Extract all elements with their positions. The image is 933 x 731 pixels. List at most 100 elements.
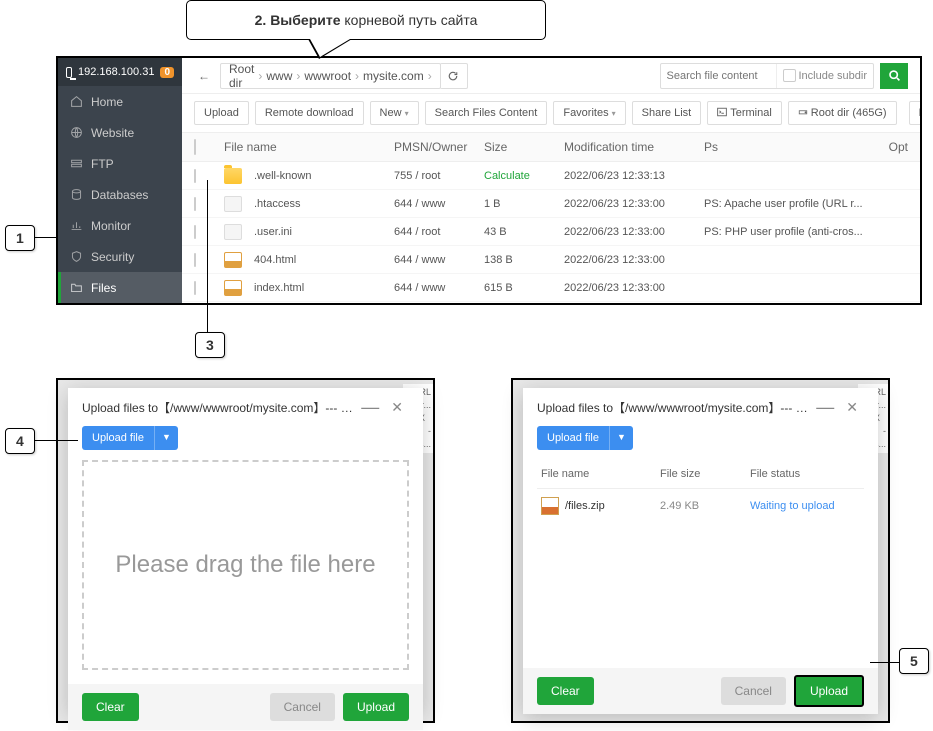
row-checkbox[interactable] — [194, 197, 196, 211]
upload-confirm-button[interactable]: Upload — [343, 693, 409, 721]
file-size[interactable]: Calculate — [484, 170, 564, 182]
sidebar-item-security[interactable]: Security — [58, 241, 182, 272]
cancel-button[interactable]: Cancel — [721, 677, 786, 705]
dialog-header: Upload files to【/www/wwwroot/mysite.com】… — [68, 388, 423, 426]
upload-file-button[interactable]: Upload file — [537, 426, 609, 450]
upload-file-split-button: Upload file ▼ — [82, 426, 178, 450]
table-header: File name PMSN/Owner Size Modification t… — [182, 132, 920, 162]
upload-file-split-button: Upload file ▼ — [537, 426, 633, 450]
table-row[interactable]: index.html 644 / www615 B2022/06/23 12:33… — [182, 274, 920, 302]
file-time: 2022/06/23 12:33:00 — [564, 226, 704, 238]
sidebar-item-label: Security — [91, 250, 134, 264]
terminal-icon — [717, 107, 727, 117]
cancel-button[interactable]: Cancel — [270, 693, 335, 721]
col-ps[interactable]: Ps — [704, 140, 868, 154]
sidebar-item-terminal[interactable]: Terminal — [58, 303, 182, 305]
file-name: 404.html — [254, 254, 296, 266]
breadcrumb-path[interactable]: Root dir› www› wwwroot› mysite.com› — [220, 63, 441, 89]
sidebar-item-ftp[interactable]: FTP — [58, 148, 182, 179]
terminal-label: Terminal — [730, 107, 772, 119]
notification-badge[interactable]: 0 — [160, 67, 174, 78]
backup-pmsn-button[interactable]: Backup PMSN — [909, 101, 922, 125]
sidebar-item-label: Databases — [91, 188, 148, 202]
new-button[interactable]: New ▾ — [370, 101, 419, 125]
sidebar-item-home[interactable]: Home — [58, 86, 182, 117]
file-name: .htaccess — [254, 198, 300, 210]
folder-icon — [70, 281, 83, 294]
globe-icon — [70, 126, 83, 139]
callout-tail-fill — [310, 39, 350, 57]
favorites-button[interactable]: Favorites ▾ — [553, 101, 625, 125]
file-pmsn: 644 / www — [394, 198, 484, 210]
minimize-button[interactable]: — — [810, 397, 840, 418]
ftp-icon — [70, 157, 83, 170]
clear-button[interactable]: Clear — [537, 677, 594, 705]
terminal-button[interactable]: Terminal — [707, 101, 782, 125]
share-list-button[interactable]: Share List — [632, 101, 702, 125]
col-pmsn[interactable]: PMSN/Owner — [394, 140, 484, 154]
breadcrumb-segment[interactable]: Root dir — [229, 62, 254, 90]
breadcrumb-segment[interactable]: wwwroot — [304, 69, 351, 83]
file-time: 2022/06/23 12:33:00 — [564, 254, 704, 266]
zip-icon — [541, 497, 559, 515]
dialog-header: Upload files to【/www/wwwroot/mysite.com】… — [523, 388, 878, 426]
breadcrumb-segment[interactable]: www — [266, 69, 292, 83]
sidebar-item-databases[interactable]: Databases — [58, 179, 182, 210]
row-checkbox[interactable] — [194, 253, 196, 267]
upload-button[interactable]: Upload — [194, 101, 249, 125]
file-name: index.html — [254, 282, 304, 294]
back-button[interactable]: ← — [194, 66, 214, 86]
home-icon — [70, 95, 83, 108]
file-pmsn: 644 / www — [394, 254, 484, 266]
search-button[interactable] — [880, 63, 908, 89]
instruction-callout: 2. Выберите корневой путь сайта — [186, 0, 546, 40]
step-5-pointer — [870, 662, 899, 663]
col-time[interactable]: Modification time — [564, 140, 704, 154]
upload-file-button[interactable]: Upload file — [82, 426, 154, 450]
row-checkbox[interactable] — [194, 281, 196, 295]
dialog-body: Upload file ▼ Please drag the file here — [68, 426, 423, 684]
chevron-down-icon: ▾ — [612, 109, 616, 118]
row-checkbox[interactable] — [194, 225, 196, 239]
sidebar-item-monitor[interactable]: Monitor — [58, 210, 182, 241]
sidebar-header: 192.168.100.31 0 — [58, 58, 182, 86]
refresh-button[interactable] — [440, 63, 468, 89]
upload-row[interactable]: /files.zip 2.49 KB Waiting to upload — [537, 489, 864, 523]
table-row[interactable]: 404.html644 / www138 B2022/06/23 12:33:0… — [182, 246, 920, 274]
table-row[interactable]: .well-known755 / rootCalculate2022/06/23… — [182, 162, 920, 190]
file-size: 615 B — [484, 282, 564, 294]
step-4-pointer — [30, 440, 78, 441]
sidebar-item-label: Files — [91, 281, 116, 295]
upload-file-status: Waiting to upload — [750, 500, 860, 512]
upload-file-caret[interactable]: ▼ — [154, 426, 178, 450]
sidebar-item-files[interactable]: Files — [58, 272, 182, 303]
search-icon — [888, 69, 901, 82]
col-size[interactable]: Size — [484, 140, 564, 154]
upload-dialog-frame-right: URL r... X -cros... Upload files to【/www… — [511, 378, 890, 723]
col-name[interactable]: File name — [224, 140, 394, 154]
close-button[interactable]: ✕ — [385, 399, 409, 416]
clear-button[interactable]: Clear — [82, 693, 139, 721]
table-row[interactable]: .user.ini644 / root43 B2022/06/23 12:33:… — [182, 218, 920, 246]
remote-download-button[interactable]: Remote download — [255, 101, 364, 125]
search-input[interactable] — [661, 70, 776, 82]
file-size: 43 B — [484, 226, 564, 238]
close-button[interactable]: ✕ — [840, 399, 864, 416]
root-disk-label: Root dir (465G) — [811, 107, 887, 119]
file-pmsn: 644 / www — [394, 282, 484, 294]
upload-confirm-button[interactable]: Upload — [794, 675, 864, 707]
sidebar-item-website[interactable]: Website — [58, 117, 182, 148]
dropzone[interactable]: Please drag the file here — [82, 460, 409, 670]
minimize-button[interactable]: — — [355, 397, 385, 418]
row-checkbox[interactable] — [194, 169, 196, 183]
upload-file-caret[interactable]: ▼ — [609, 426, 633, 450]
search-files-button[interactable]: Search Files Content — [425, 101, 548, 125]
select-all-checkbox[interactable] — [194, 139, 196, 155]
breadcrumb-segment[interactable]: mysite.com — [363, 69, 424, 83]
dialog-title: Upload files to【/www/wwwroot/mysite.com】… — [537, 399, 810, 416]
table-row[interactable]: .htaccess644 / www1 B2022/06/23 12:33:00… — [182, 190, 920, 218]
root-disk-button[interactable]: Root dir (465G) — [788, 101, 897, 125]
file-time: 2022/06/23 12:33:00 — [564, 282, 704, 294]
step-1-label: 1 — [5, 225, 35, 251]
include-subdir-checkbox[interactable]: Include subdir — [776, 64, 874, 88]
